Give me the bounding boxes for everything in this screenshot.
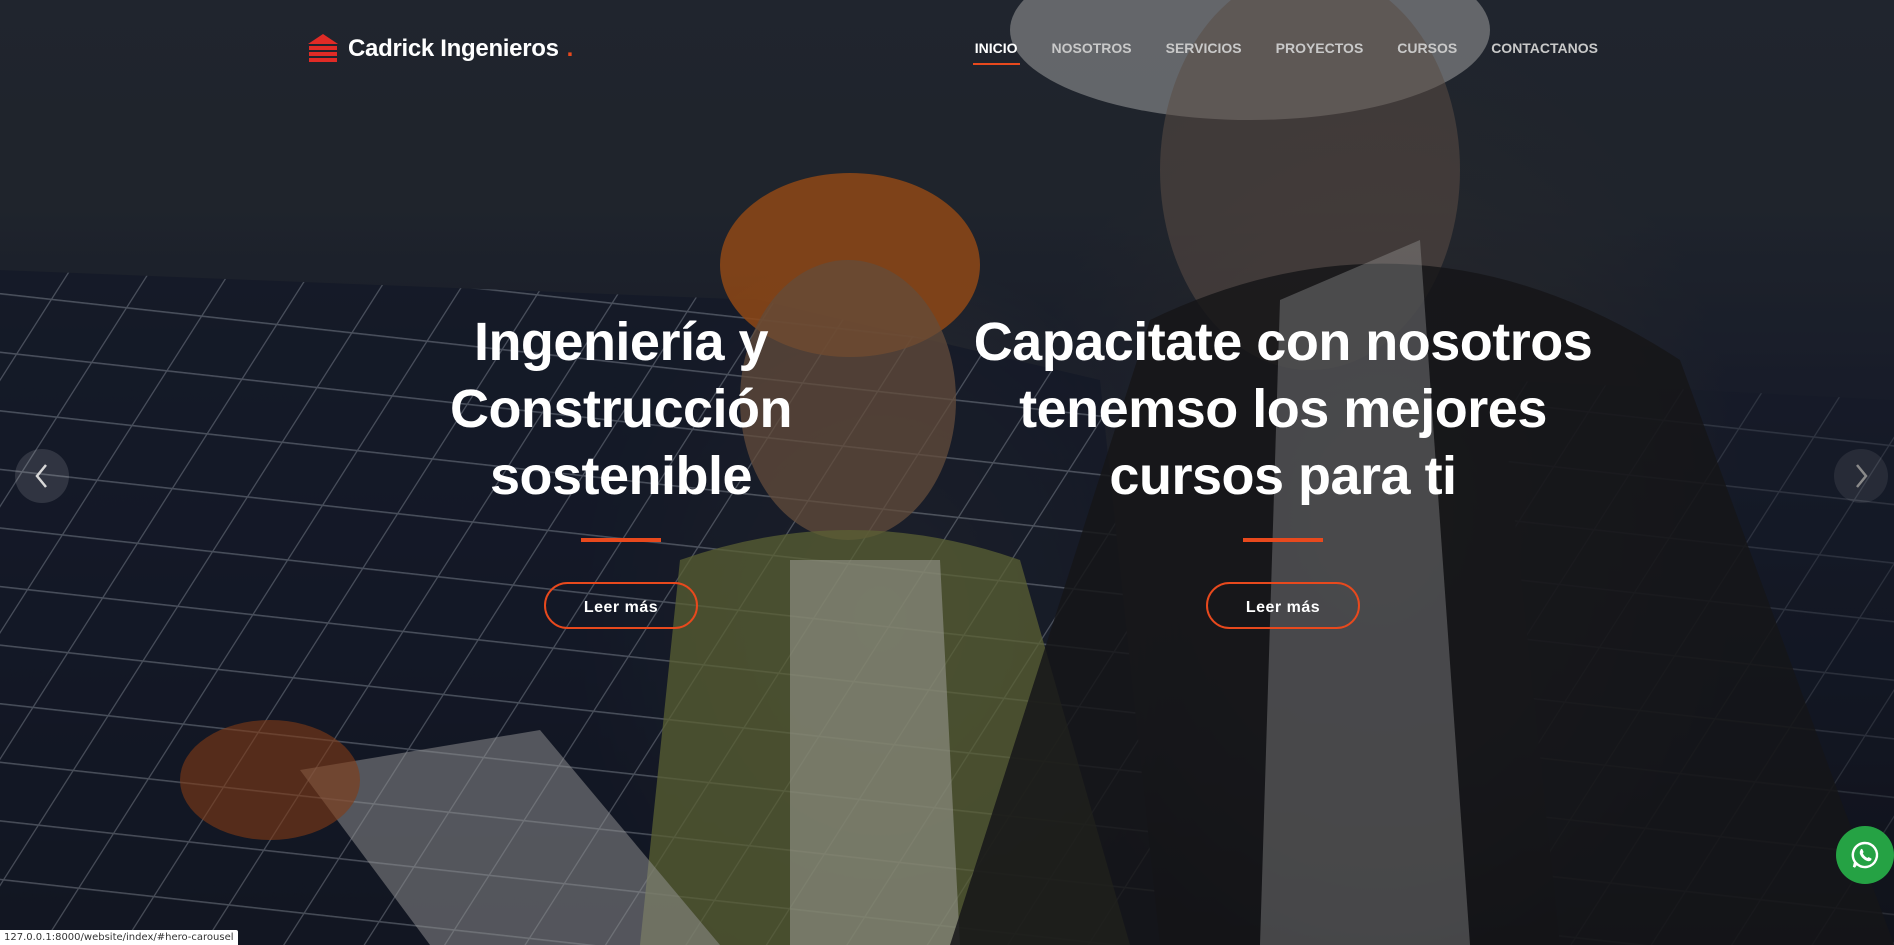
building-logo-icon: [308, 34, 338, 62]
carousel-next-button[interactable]: [1834, 449, 1888, 503]
hero-slide-2: Capacitate con nosotros tenemso los mejo…: [968, 309, 1598, 629]
brand-logo[interactable]: Cadrick Ingenieros.: [306, 32, 573, 66]
nav-item-cursos[interactable]: CURSOS: [1397, 40, 1457, 56]
slide-2-title: Capacitate con nosotros tenemso los mejo…: [968, 309, 1598, 510]
slide-1-title: Ingeniería y Construcción sostenible: [306, 309, 936, 510]
chevron-right-icon: [1856, 464, 1868, 488]
nav-item-servicios[interactable]: SERVICIOS: [1166, 40, 1242, 56]
slide-2-read-more-button[interactable]: Leer más: [1206, 582, 1360, 629]
site-header: Cadrick Ingenieros. INICIO NOSOTROS SERV…: [306, 30, 1598, 70]
brand-name: Cadrick Ingenieros: [348, 35, 559, 62]
brand-dot: .: [566, 35, 574, 62]
whatsapp-button[interactable]: [1836, 826, 1894, 884]
slide-2-divider: [1243, 538, 1323, 542]
carousel-prev-button[interactable]: [15, 449, 69, 503]
nav-item-proyectos[interactable]: PROYECTOS: [1276, 40, 1364, 56]
hero-slide-1: Ingeniería y Construcción sostenible Lee…: [306, 309, 936, 629]
chevron-left-icon: [35, 464, 47, 488]
browser-status-url: 127.0.0.1:8000/website/index/#hero-carou…: [0, 930, 238, 945]
slide-2-title-line-1: Capacitate con nosotros: [973, 312, 1593, 372]
nav-item-nosotros[interactable]: NOSOTROS: [1052, 40, 1132, 56]
main-nav: INICIO NOSOTROS SERVICIOS PROYECTOS CURS…: [941, 40, 1598, 65]
slide-1-title-line-1: Ingeniería y Construcción: [449, 312, 793, 439]
hero-dark-overlay: [0, 0, 1894, 945]
slide-2-title-line-2: tenemso los mejores: [1019, 379, 1547, 439]
hero-carousel: Cadrick Ingenieros. INICIO NOSOTROS SERV…: [0, 0, 1894, 945]
nav-item-inicio[interactable]: INICIO: [972, 40, 1020, 65]
slide-2-title-line-3: cursos para ti: [1109, 446, 1457, 506]
nav-item-contactanos[interactable]: CONTACTANOS: [1491, 40, 1598, 56]
slide-1-read-more-button[interactable]: Leer más: [544, 582, 698, 629]
slide-1-title-line-2: sostenible: [489, 446, 753, 506]
slide-1-divider: [581, 538, 661, 542]
whatsapp-icon: [1851, 841, 1879, 869]
